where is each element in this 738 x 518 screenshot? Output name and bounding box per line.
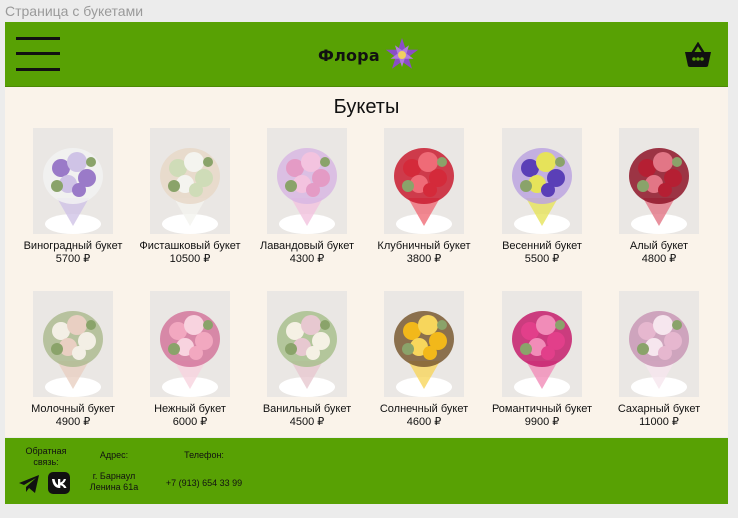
bouquet-image[interactable] — [502, 128, 582, 234]
product-name: Лавандовый букет — [259, 240, 355, 252]
product-name: Клубничный букет — [377, 240, 471, 252]
bouquet-image[interactable] — [384, 128, 464, 234]
product-name: Ванильный букет — [262, 403, 352, 415]
product-price: 5500 ₽ — [524, 253, 560, 265]
product-price: 9900 ₽ — [524, 416, 560, 428]
site-footer: Обратная связь: Адрес: г. Барнаул Ленина… — [5, 438, 728, 504]
hamburger-menu-icon[interactable] — [16, 37, 60, 71]
product-name: Алый букет — [629, 240, 689, 252]
product-name: Нежный букет — [154, 403, 226, 415]
product-price: 5700 ₽ — [55, 253, 91, 265]
product-name: Весенний букет — [502, 240, 582, 252]
bouquet-image[interactable] — [267, 291, 347, 397]
product-card[interactable]: Виноградный букет 5700 ₽ — [18, 128, 128, 266]
product-price: 4500 ₽ — [289, 416, 325, 428]
bouquet-image[interactable] — [150, 291, 230, 397]
product-name: Молочный букет — [31, 403, 115, 415]
vk-icon[interactable] — [48, 472, 70, 494]
bouquet-image[interactable] — [384, 291, 464, 397]
telegram-icon[interactable] — [18, 473, 40, 495]
logo[interactable]: Флора — [318, 38, 422, 72]
bouquet-image[interactable] — [267, 128, 347, 234]
site-header: Флора — [5, 22, 728, 87]
bouquet-image[interactable] — [619, 291, 699, 397]
address-label: Адрес: — [99, 450, 129, 460]
bouquet-image[interactable] — [619, 128, 699, 234]
product-card[interactable]: Фисташковый букет 10500 ₽ — [135, 128, 245, 266]
product-name: Романтичный букет — [491, 403, 593, 415]
product-card[interactable]: Солнечный букет 4600 ₽ — [369, 291, 479, 429]
product-price: 10500 ₽ — [169, 253, 211, 265]
bouquet-image[interactable] — [33, 291, 113, 397]
product-name: Виноградный букет — [23, 240, 123, 252]
page-title: Букеты — [333, 96, 400, 118]
bouquet-image[interactable] — [150, 128, 230, 234]
basket-icon[interactable] — [684, 42, 712, 68]
product-name: Фисташковый букет — [139, 240, 241, 252]
phone-value[interactable]: +7 (913) 654 33 99 — [155, 478, 253, 489]
address-value: г. Барнаул Ленина 61а — [89, 471, 139, 492]
product-card[interactable]: Молочный букет 4900 ₽ — [18, 291, 128, 429]
product-name: Солнечный букет — [379, 403, 469, 415]
product-card[interactable]: Нежный букет 6000 ₽ — [135, 291, 245, 429]
catalog-section: Букеты Виноградный букет 5700 ₽ Фисташковы… — [5, 87, 728, 437]
product-price: 6000 ₽ — [172, 416, 208, 428]
feedback-label: Обратная связь: — [25, 446, 67, 467]
bouquet-image[interactable] — [502, 291, 582, 397]
phone-label: Телефон: — [184, 450, 224, 460]
product-price: 4300 ₽ — [289, 253, 325, 265]
product-card[interactable]: Сахарный букет 11000 ₽ — [604, 291, 714, 429]
bouquet-image[interactable] — [33, 128, 113, 234]
product-card[interactable]: Весенний букет 5500 ₽ — [487, 128, 597, 266]
product-card[interactable]: Алый букет 4800 ₽ — [604, 128, 714, 266]
flower-logo-icon — [385, 38, 418, 69]
product-name: Сахарный букет — [617, 403, 701, 415]
product-card[interactable]: Лавандовый букет 4300 ₽ — [252, 128, 362, 266]
product-price: 11000 ₽ — [639, 416, 679, 428]
product-price: 4900 ₽ — [55, 416, 91, 428]
logo-text: Флора — [318, 45, 380, 65]
product-card[interactable]: Романтичный букет 9900 ₽ — [487, 291, 597, 429]
product-card[interactable]: Клубничный букет 3800 ₽ — [369, 128, 479, 266]
product-price: 4600 ₽ — [406, 416, 442, 428]
product-price: 3800 ₽ — [406, 253, 442, 265]
product-price: 4800 ₽ — [641, 253, 677, 265]
window-title: Страница с букетами — [5, 3, 144, 19]
product-card[interactable]: Ванильный букет 4500 ₽ — [252, 291, 362, 429]
